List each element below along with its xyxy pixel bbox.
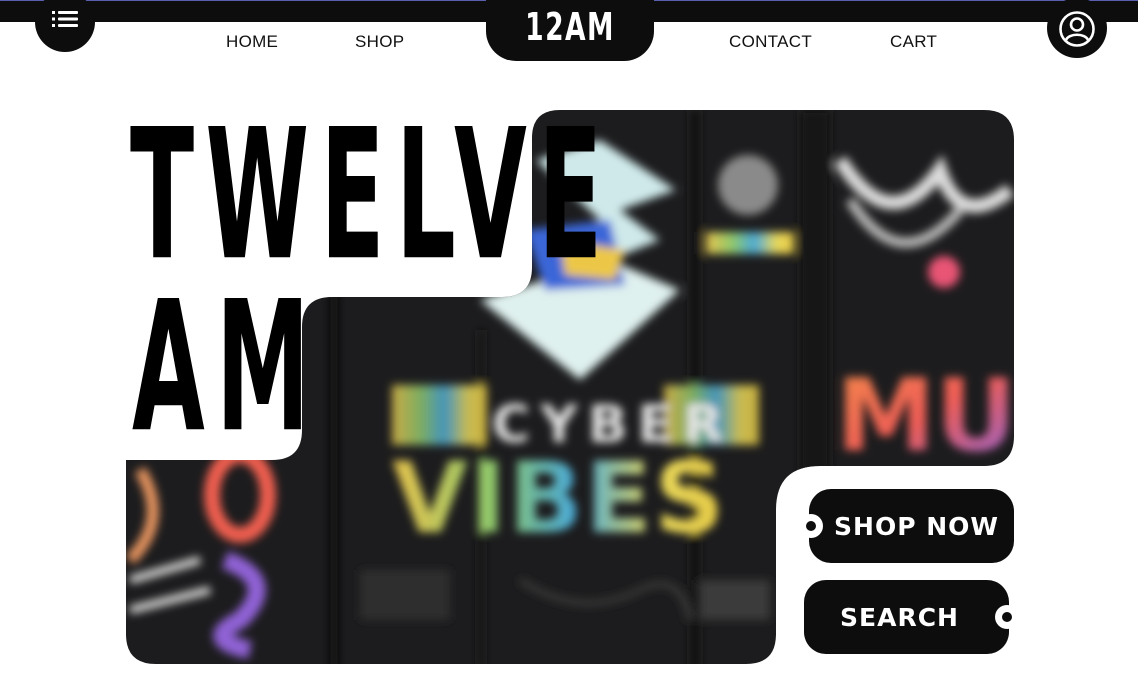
search-button[interactable]: SEARCH <box>804 580 1019 654</box>
ticket-notch <box>799 514 823 538</box>
poster-text-vibes: VIBES <box>392 442 727 556</box>
shop-now-button[interactable]: SHOP NOW <box>799 489 1014 563</box>
shop-now-label: SHOP NOW <box>834 511 999 541</box>
hero-title-line-1: TWELVE <box>130 90 614 301</box>
ticket-notch <box>995 605 1019 629</box>
search-label: SEARCH <box>840 602 959 632</box>
poster-text-mu: MU <box>836 357 1017 474</box>
hero-title-line-2: AM <box>132 262 321 473</box>
